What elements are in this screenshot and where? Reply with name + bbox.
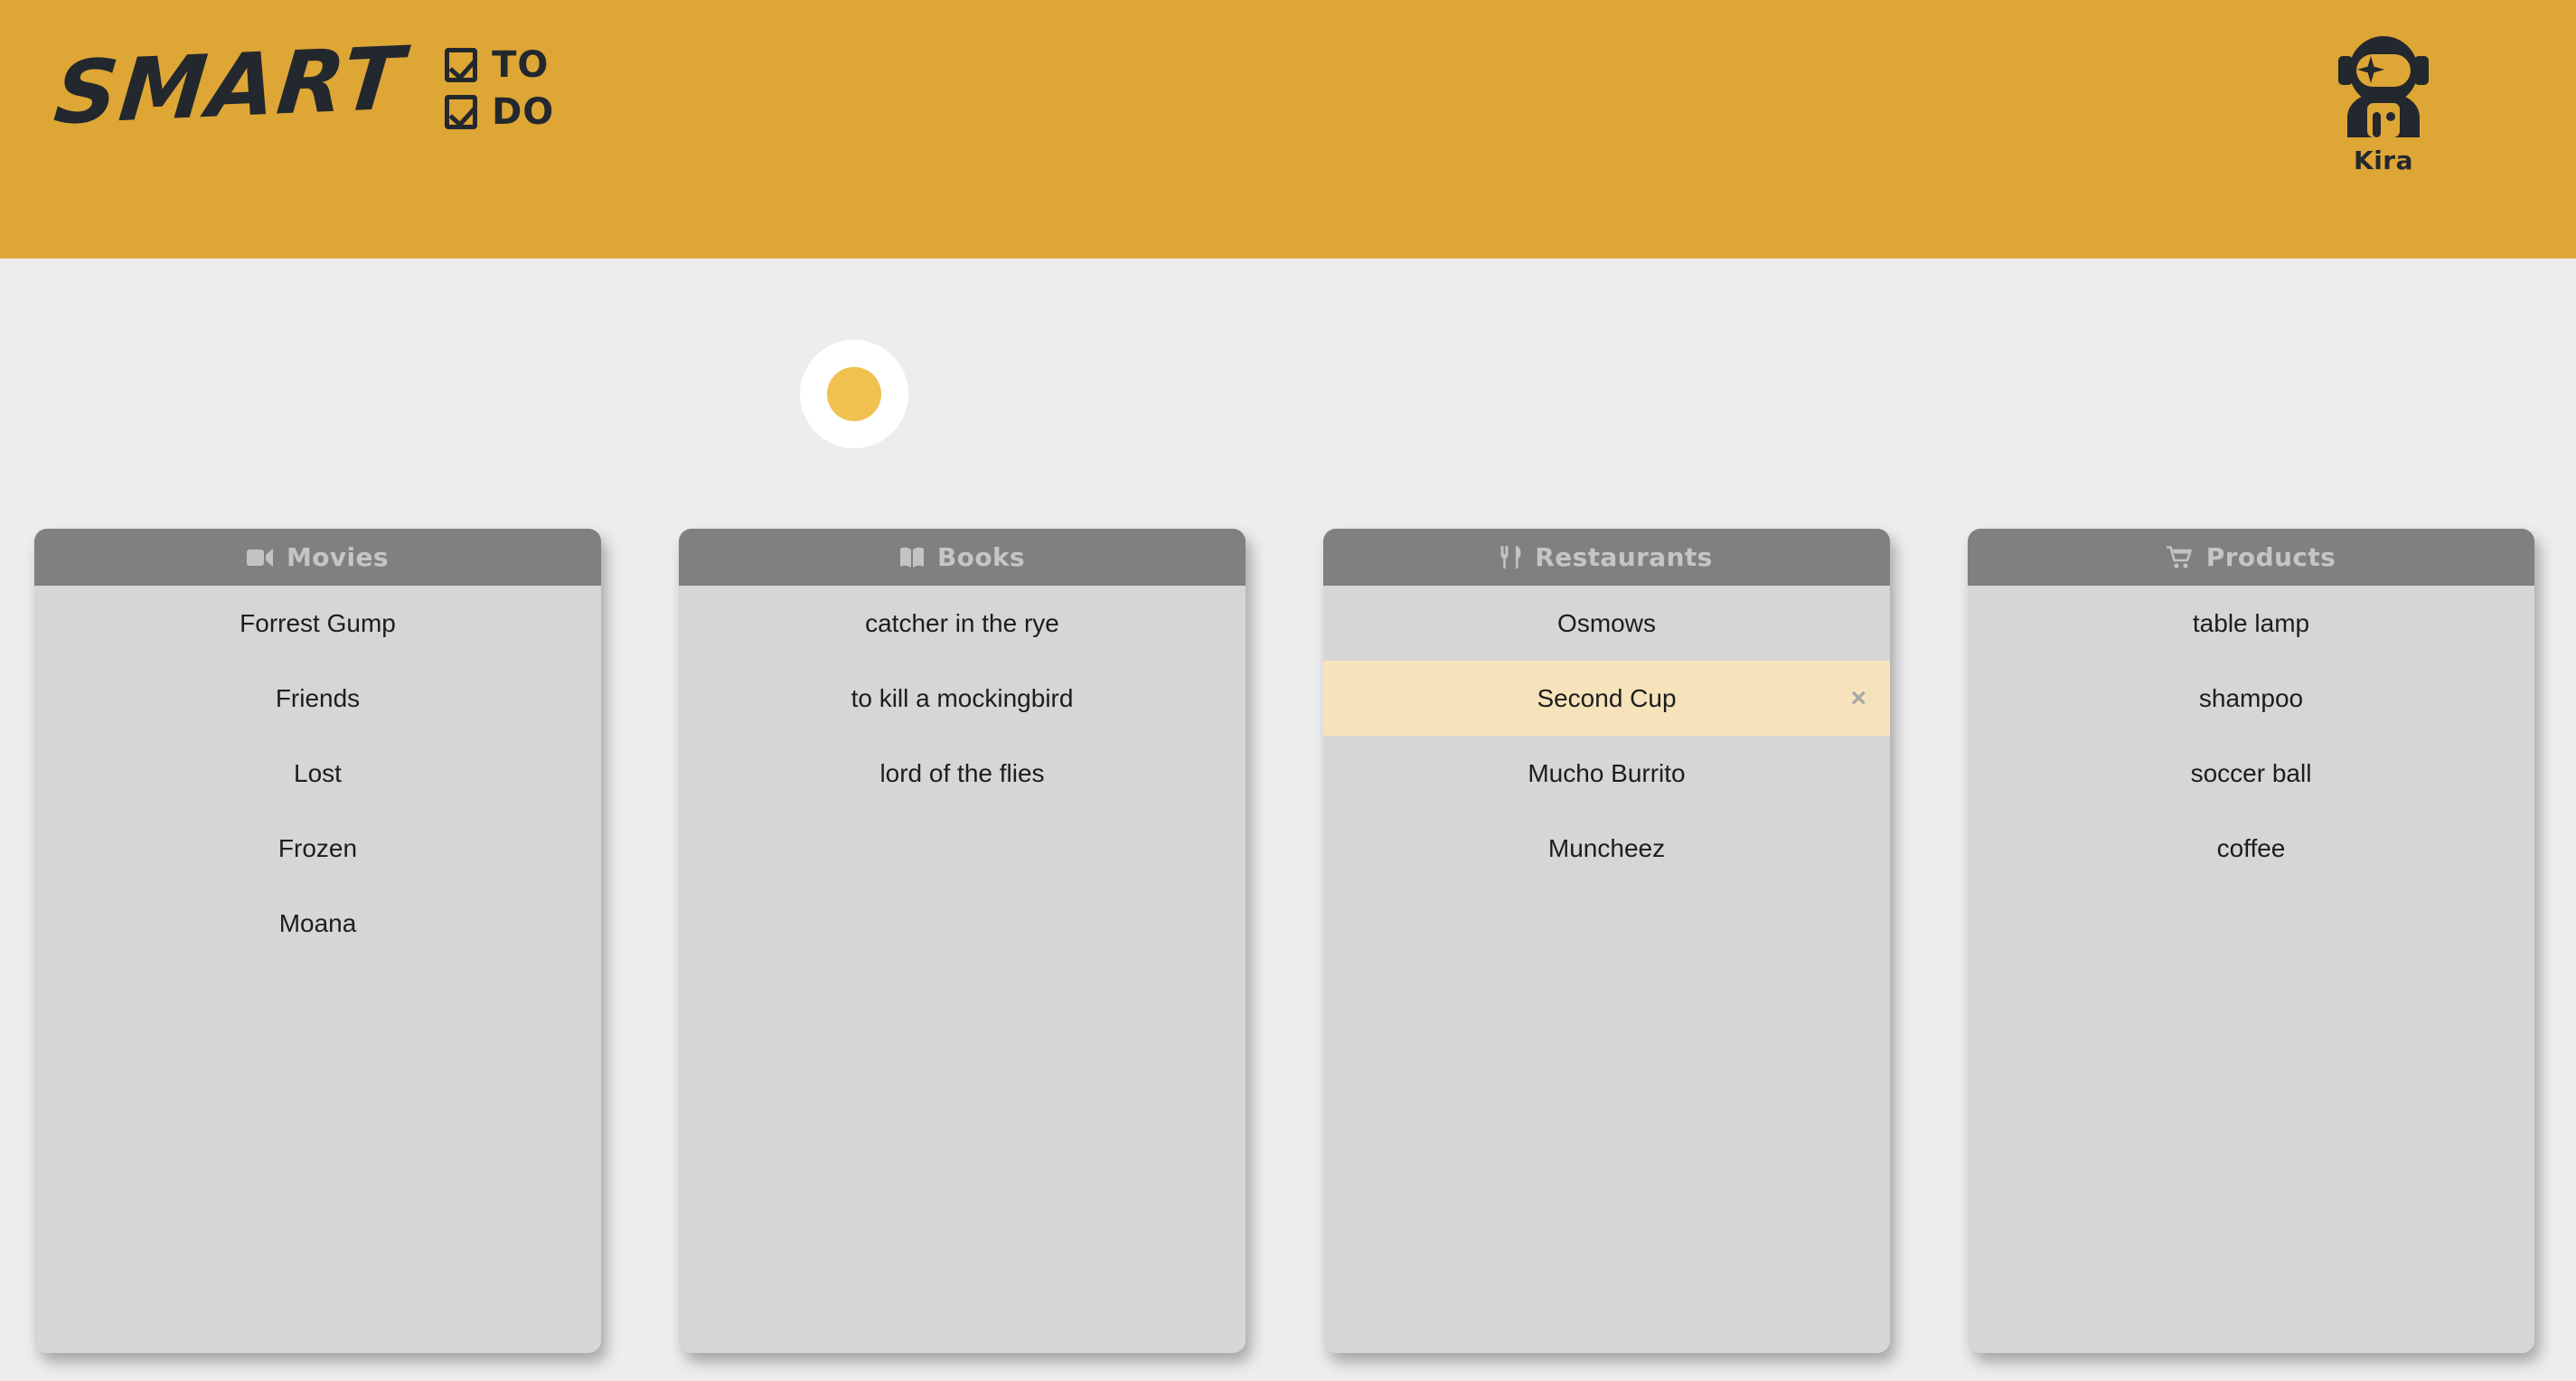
list-item-label: table lamp	[2193, 609, 2309, 638]
close-icon[interactable]: ×	[1850, 685, 1866, 712]
list-item[interactable]: Moana	[34, 886, 601, 961]
list-item[interactable]: Lost	[34, 736, 601, 811]
list-card-products: Products table lamp shampoo soccer ball …	[1968, 529, 2534, 1353]
filled-circle-indicator	[827, 367, 881, 421]
list-item-label: Moana	[279, 909, 357, 938]
list-item[interactable]: lord of the flies	[679, 736, 1246, 811]
list-item[interactable]: Muncheez	[1323, 811, 1890, 886]
open-book-icon	[899, 547, 925, 568]
list-body-restaurants: Osmows Second Cup × Mucho Burrito Munche…	[1323, 586, 1890, 1353]
list-item-label: shampoo	[2199, 684, 2303, 713]
user-profile[interactable]: Kira	[2298, 33, 2469, 175]
video-camera-icon	[247, 548, 274, 568]
todo-line-do: DO	[445, 94, 554, 130]
utensils-icon	[1500, 546, 1522, 569]
list-item-label: soccer ball	[2191, 759, 2312, 788]
app-header: SMART TO DO	[0, 0, 2576, 258]
brand-todo-lines: TO DO	[445, 42, 554, 130]
list-item-label: Osmows	[1557, 609, 1656, 638]
list-item-label: coffee	[2217, 834, 2286, 863]
lists-board: Movies Forrest Gump Friends Lost Frozen …	[34, 529, 2542, 1353]
astronaut-avatar-icon	[2327, 33, 2440, 142]
todo-word-to: TO	[492, 47, 549, 83]
todo-word-do: DO	[492, 94, 554, 130]
list-title-restaurants: Restaurants	[1535, 542, 1713, 572]
list-item[interactable]: shampoo	[1968, 661, 2534, 736]
list-item-label: Friends	[276, 684, 360, 713]
list-card-restaurants: Restaurants Osmows Second Cup × Mucho Bu…	[1323, 529, 1890, 1353]
list-item[interactable]: Mucho Burrito	[1323, 736, 1890, 811]
list-body-products: table lamp shampoo soccer ball coffee	[1968, 586, 2534, 1353]
brand-block: SMART TO DO	[56, 42, 554, 130]
list-item-selected[interactable]: Second Cup ×	[1323, 661, 1890, 736]
todo-line-to: TO	[445, 47, 554, 83]
list-item-label: Frozen	[278, 834, 357, 863]
checkbox-checked-icon	[445, 95, 477, 129]
list-item-label: Mucho Burrito	[1528, 759, 1685, 788]
list-header-products: Products	[1968, 529, 2534, 586]
list-body-books: catcher in the rye to kill a mockingbird…	[679, 586, 1246, 1353]
list-item[interactable]: Frozen	[34, 811, 601, 886]
checkbox-checked-icon	[445, 48, 477, 82]
list-card-movies: Movies Forrest Gump Friends Lost Frozen …	[34, 529, 601, 1353]
list-item[interactable]: Osmows	[1323, 586, 1890, 661]
list-item[interactable]: to kill a mockingbird	[679, 661, 1246, 736]
list-item[interactable]: coffee	[1968, 811, 2534, 886]
list-item-label: lord of the flies	[879, 759, 1044, 788]
list-body-movies: Forrest Gump Friends Lost Frozen Moana	[34, 586, 601, 1353]
list-item[interactable]: soccer ball	[1968, 736, 2534, 811]
list-item-label: to kill a mockingbird	[851, 684, 1074, 713]
list-item[interactable]: table lamp	[1968, 586, 2534, 661]
list-header-restaurants: Restaurants	[1323, 529, 1890, 586]
list-card-books: Books catcher in the rye to kill a mocki…	[679, 529, 1246, 1353]
status-indicator[interactable]	[800, 340, 908, 448]
user-name-label: Kira	[2354, 146, 2413, 175]
list-item[interactable]: Friends	[34, 661, 601, 736]
list-item-label: catcher in the rye	[865, 609, 1059, 638]
list-item-label: Lost	[294, 759, 342, 788]
list-item[interactable]: Forrest Gump	[34, 586, 601, 661]
list-item[interactable]: catcher in the rye	[679, 586, 1246, 661]
list-header-movies: Movies	[34, 529, 601, 586]
list-item-label: Forrest Gump	[240, 609, 396, 638]
list-title-products: Products	[2206, 542, 2336, 572]
list-title-movies: Movies	[287, 542, 389, 572]
brand-wordmark: SMART	[51, 35, 408, 137]
list-title-books: Books	[937, 542, 1025, 572]
shopping-cart-icon	[2167, 546, 2194, 569]
list-item-label: Muncheez	[1548, 834, 1665, 863]
list-header-books: Books	[679, 529, 1246, 586]
list-item-label: Second Cup	[1537, 684, 1676, 713]
